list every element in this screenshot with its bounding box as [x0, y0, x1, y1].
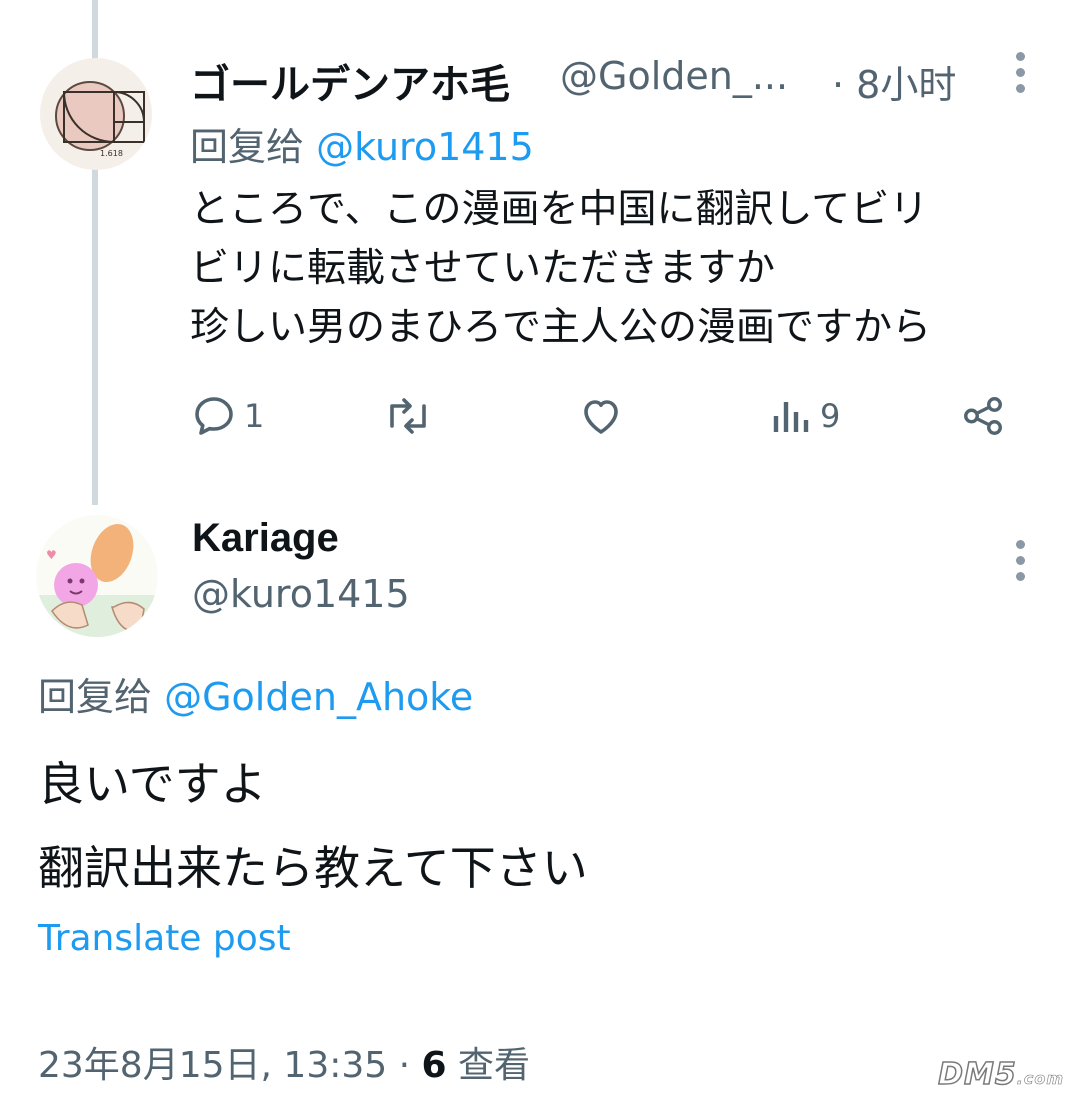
views-button[interactable]: 9	[770, 386, 840, 446]
tweet-metadata: 23年8月15日, 13:35 · 6 查看	[38, 1036, 530, 1088]
tweet-text-line: 良いですよ	[38, 757, 267, 811]
views-count: 9	[820, 397, 841, 435]
reply-context: 回复给 @kuro1415	[190, 116, 534, 171]
like-button[interactable]	[576, 386, 626, 446]
svg-text:♥: ♥	[46, 548, 57, 562]
golden-ratio-avatar-icon: 1.618	[40, 58, 152, 170]
tweet-text-line: 翻訳出来たら教えて下さい	[38, 841, 588, 895]
tweet-time[interactable]: · 8小时	[832, 54, 956, 109]
reply-to-mention[interactable]: @Golden_Ahoke	[164, 675, 473, 719]
tweet-action-bar: 1 9	[190, 386, 1040, 446]
fried-chicken-avatar-icon: ♥	[36, 515, 158, 637]
share-icon	[964, 397, 1002, 435]
reply-button[interactable]: 1	[190, 386, 264, 446]
tweet-text-line: ビリに転載させていただきますか	[190, 246, 776, 291]
reply-icon	[195, 397, 233, 435]
reply-context: 回复给 @Golden_Ahoke	[38, 666, 473, 721]
views-label: 查看	[458, 1045, 531, 1086]
repost-button[interactable]	[382, 386, 434, 446]
heart-icon	[584, 400, 618, 434]
avatar[interactable]: 1.618	[40, 58, 152, 170]
site-watermark-logo: DM5.com	[937, 1056, 1064, 1093]
views-bar-chart-icon	[773, 402, 809, 432]
watermark-text: DM5	[937, 1056, 1017, 1093]
svg-text:1.618: 1.618	[100, 149, 123, 158]
reply-prefix: 回复给	[38, 675, 153, 719]
translate-post-link[interactable]: Translate post	[38, 918, 291, 959]
timestamp[interactable]: 23年8月15日, 13:35 ·	[38, 1045, 421, 1086]
tweet-text-line: ところで、この漫画を中国に翻訳してビリ	[190, 187, 929, 232]
share-button[interactable]	[960, 386, 1006, 446]
watermark-suffix: .com	[1016, 1069, 1064, 1089]
author-name[interactable]: ゴールデンアホ毛	[190, 52, 510, 110]
reply-prefix: 回复给	[190, 125, 305, 169]
more-options-icon[interactable]	[1014, 52, 1026, 98]
tweet-text-line: 珍しい男のまひろで主人公の漫画ですから	[190, 305, 932, 350]
author-name[interactable]: Kariage	[192, 516, 339, 561]
reply-to-mention[interactable]: @kuro1415	[316, 125, 534, 169]
repost-icon	[390, 398, 426, 434]
views-count: 6	[421, 1045, 447, 1086]
author-handle[interactable]: @kuro1415	[192, 572, 410, 616]
tweet-text: 良いですよ 翻訳出来たら教えて下さい	[38, 742, 588, 910]
author-handle[interactable]: @Golden_...	[560, 54, 788, 98]
more-options-icon[interactable]	[1014, 540, 1026, 586]
reply-count: 1	[244, 397, 265, 435]
avatar[interactable]: ♥	[36, 515, 158, 637]
tweet-text: ところで、この漫画を中国に翻訳してビリ ビリに転載させていただきますか 珍しい男…	[190, 180, 931, 357]
